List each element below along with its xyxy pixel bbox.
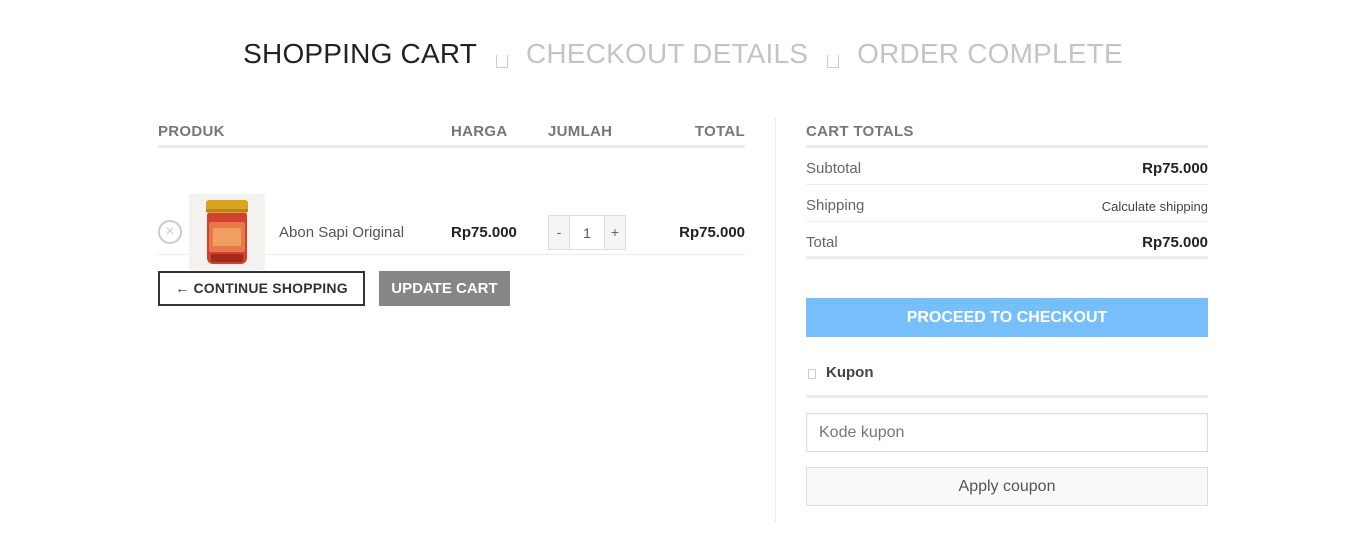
line-total: Rp75.000 (679, 224, 745, 241)
header-product: PRODUK (158, 123, 225, 140)
product-name-link[interactable]: Abon Sapi Original (279, 224, 404, 241)
jar-image (189, 194, 265, 270)
cart-actions: ← CONTINUE SHOPPING UPDATE CART (158, 271, 510, 306)
apply-coupon-button[interactable]: Apply coupon (806, 467, 1208, 506)
cart-totals: CART TOTALS Subtotal Rp75.000 Shipping C… (806, 118, 1208, 259)
product-thumbnail[interactable] (189, 194, 265, 270)
cart-totals-title: CART TOTALS (806, 118, 1208, 148)
coupon-code-input[interactable] (806, 413, 1208, 452)
remove-item-icon[interactable]: × (158, 220, 182, 244)
total-label: Total (806, 234, 838, 251)
subtotal-row: Subtotal Rp75.000 (806, 148, 1208, 185)
product-price: Rp75.000 (451, 224, 517, 241)
quantity-stepper: - + (548, 215, 626, 250)
step-separator-icon (495, 55, 508, 69)
subtotal-label: Subtotal (806, 160, 862, 177)
checkout-steps: SHOPPING CART CHECKOUT DETAILS ORDER COM… (0, 38, 1366, 70)
continue-shopping-button[interactable]: ← CONTINUE SHOPPING (158, 271, 365, 306)
cart-table-header: PRODUK HARGA JUMLAH TOTAL (158, 118, 745, 148)
coupon-title: Kupon (826, 364, 874, 381)
header-quantity: JUMLAH (548, 123, 613, 140)
column-divider (775, 118, 776, 522)
step-order-complete: ORDER COMPLETE (857, 38, 1123, 69)
coupon-header: Kupon (806, 362, 1208, 398)
total-value: Rp75.000 (1142, 234, 1208, 251)
tag-icon (808, 369, 816, 379)
header-total: TOTAL (694, 123, 745, 140)
header-price: HARGA (451, 123, 508, 140)
shipping-label: Shipping (806, 197, 865, 214)
proceed-to-checkout-button[interactable]: PROCEED TO CHECKOUT (806, 298, 1208, 337)
table-row: × Abon Sapi Original Rp75.000 - + Rp75.0… (158, 148, 745, 270)
update-cart-button[interactable]: UPDATE CART (379, 271, 510, 306)
quantity-input[interactable] (569, 216, 605, 249)
step-shopping-cart[interactable]: SHOPPING CART (243, 38, 477, 70)
cart-table: PRODUK HARGA JUMLAH TOTAL × Abon Sapi Or… (158, 118, 745, 270)
subtotal-value: Rp75.000 (1142, 160, 1208, 177)
calculate-shipping-link[interactable]: Calculate shipping (1102, 199, 1208, 214)
shipping-row: Shipping Calculate shipping (806, 185, 1208, 222)
step-separator-icon (826, 55, 839, 69)
quantity-plus-button[interactable]: + (605, 216, 625, 249)
step-checkout-details[interactable]: CHECKOUT DETAILS (526, 38, 808, 70)
quantity-minus-button[interactable]: - (549, 216, 569, 249)
total-row: Total Rp75.000 (806, 222, 1208, 259)
